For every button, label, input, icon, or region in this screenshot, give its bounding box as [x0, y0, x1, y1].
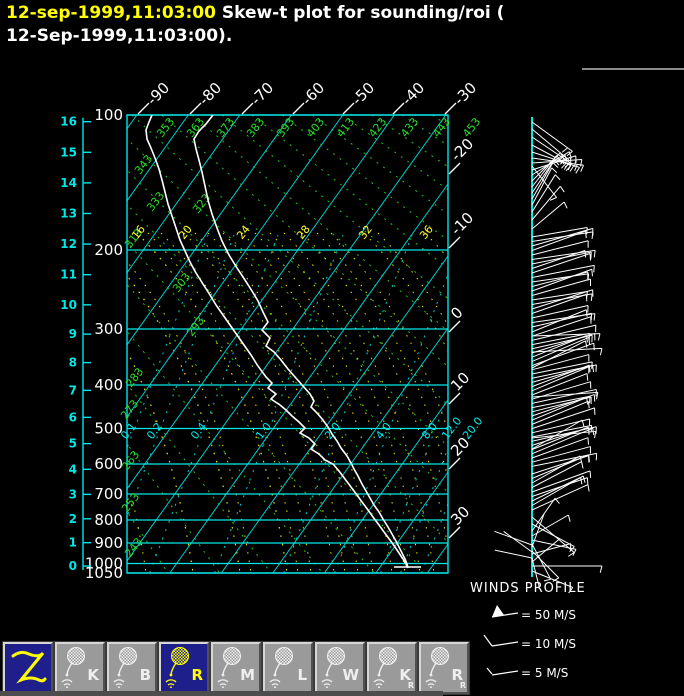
- toolbar-button-b[interactable]: B: [106, 641, 158, 695]
- svg-text:20.0: 20.0: [460, 415, 485, 442]
- svg-text:9: 9: [69, 327, 77, 341]
- button-label: L: [297, 666, 307, 684]
- radiosonde-balloon-icon: [61, 647, 85, 688]
- svg-text:0: 0: [447, 303, 466, 322]
- dry-adiabats: [127, 115, 448, 573]
- winds-profile-label: WINDS PROFILE: [470, 581, 586, 596]
- svg-text:8.0: 8.0: [419, 420, 440, 442]
- moist-adiabats: [127, 232, 448, 573]
- toolbar-button-l[interactable]: L: [262, 641, 314, 695]
- svg-text:4.0: 4.0: [373, 420, 394, 442]
- svg-text:16: 16: [60, 115, 77, 129]
- radiosonde-balloon-icon: [373, 647, 397, 688]
- svg-text:4: 4: [69, 462, 77, 476]
- toolbar-button-k-r[interactable]: KR: [366, 641, 418, 695]
- svg-text:303: 303: [170, 270, 193, 295]
- svg-text:1: 1: [69, 536, 77, 550]
- isotherms: [127, 115, 448, 573]
- svg-text:36: 36: [417, 223, 436, 242]
- button-sub-label: R: [459, 681, 466, 690]
- svg-text:443: 443: [430, 115, 453, 140]
- toolbar-button-r[interactable]: R: [158, 641, 210, 695]
- button-label: R: [191, 666, 203, 684]
- svg-text:343: 343: [132, 152, 155, 177]
- height-axis: 012345678910111213141516: [60, 115, 91, 573]
- wind-profile: WINDS PROFILE = 50 M/S = 10 M/S = 5 M/S: [470, 117, 603, 680]
- svg-text:7: 7: [69, 383, 77, 397]
- radiosonde-balloon-icon: [269, 647, 293, 688]
- z-logo-icon: [11, 650, 47, 684]
- svg-text:3: 3: [69, 487, 77, 501]
- svg-text:13: 13: [60, 206, 77, 220]
- svg-text:10: 10: [447, 369, 473, 395]
- svg-text:28: 28: [294, 223, 313, 242]
- svg-text:10: 10: [60, 298, 77, 312]
- svg-text:15: 15: [60, 145, 77, 159]
- svg-text:0.4: 0.4: [188, 420, 209, 442]
- svg-text:2: 2: [69, 512, 77, 526]
- svg-text:243: 243: [122, 535, 145, 560]
- pressure-axis-labels: 10020030040050060070080090010001050: [85, 106, 123, 582]
- svg-text:300: 300: [94, 320, 123, 338]
- radiosonde-balloon-icon: [113, 647, 137, 688]
- svg-text:400: 400: [94, 376, 123, 394]
- svg-text:24: 24: [234, 223, 253, 242]
- svg-text:403: 403: [304, 115, 327, 140]
- toolbar-button-w[interactable]: W: [314, 641, 366, 695]
- svg-text:11: 11: [60, 268, 77, 282]
- svg-text:5: 5: [69, 437, 77, 451]
- svg-text:393: 393: [274, 115, 297, 140]
- svg-text:0: 0: [69, 559, 77, 573]
- svg-text:413: 413: [334, 115, 357, 140]
- svg-text:433: 433: [398, 115, 421, 140]
- svg-text:900: 900: [94, 534, 123, 552]
- svg-text:100: 100: [94, 106, 123, 124]
- svg-text:353: 353: [154, 115, 177, 140]
- svg-text:12: 12: [60, 237, 77, 251]
- isotherm-labels: -90 -80 -70 -60 -50 -40 -30-20-100102030: [137, 79, 480, 539]
- button-label: K: [87, 666, 99, 684]
- svg-text:6: 6: [69, 410, 77, 424]
- svg-text:-10: -10: [447, 209, 477, 239]
- app-window: 12-sep-1999,11:03:00 Skew-t plot for sou…: [0, 0, 684, 696]
- toolbar: K B R M L W K R R R: [2, 641, 471, 695]
- toolbar-bottom-strip: [0, 691, 443, 696]
- button-label: W: [342, 666, 359, 684]
- legend-label: = 5 M/S: [521, 666, 568, 680]
- svg-text:333: 333: [144, 189, 167, 214]
- svg-text:700: 700: [94, 485, 123, 503]
- legend-label: = 10 M/S: [521, 637, 576, 651]
- button-sub-label: R: [407, 681, 414, 690]
- skewt-plot-canvas: 1002003004005006007008009001000105001234…: [60, 79, 603, 680]
- svg-text:14: 14: [60, 176, 77, 190]
- svg-text:800: 800: [94, 511, 123, 529]
- svg-text:1.0: 1.0: [253, 420, 274, 442]
- toolbar-button-z-logo[interactable]: [2, 641, 54, 695]
- legend-label: = 50 M/S: [521, 608, 576, 622]
- svg-text:293: 293: [184, 314, 207, 339]
- svg-text:423: 423: [366, 115, 389, 140]
- toolbar-button-m[interactable]: M: [210, 641, 262, 695]
- toolbar-button-r-r[interactable]: RR: [418, 641, 470, 695]
- radiosonde-balloon-icon: [425, 647, 449, 688]
- svg-text:-20: -20: [447, 135, 477, 165]
- radiosonde-balloon-icon: [165, 647, 189, 688]
- svg-text:0.2: 0.2: [144, 420, 165, 442]
- toolbar-button-k[interactable]: K: [54, 641, 106, 695]
- svg-text:30: 30: [447, 503, 473, 529]
- button-label: B: [139, 666, 151, 684]
- dewpoint-trace: [145, 114, 408, 568]
- button-label: M: [240, 666, 255, 684]
- svg-text:8: 8: [69, 356, 77, 370]
- svg-text:200: 200: [94, 241, 123, 259]
- field-labels: 353 363 373 383 393 403 413 423 433 443 453343333 3…: [118, 115, 485, 560]
